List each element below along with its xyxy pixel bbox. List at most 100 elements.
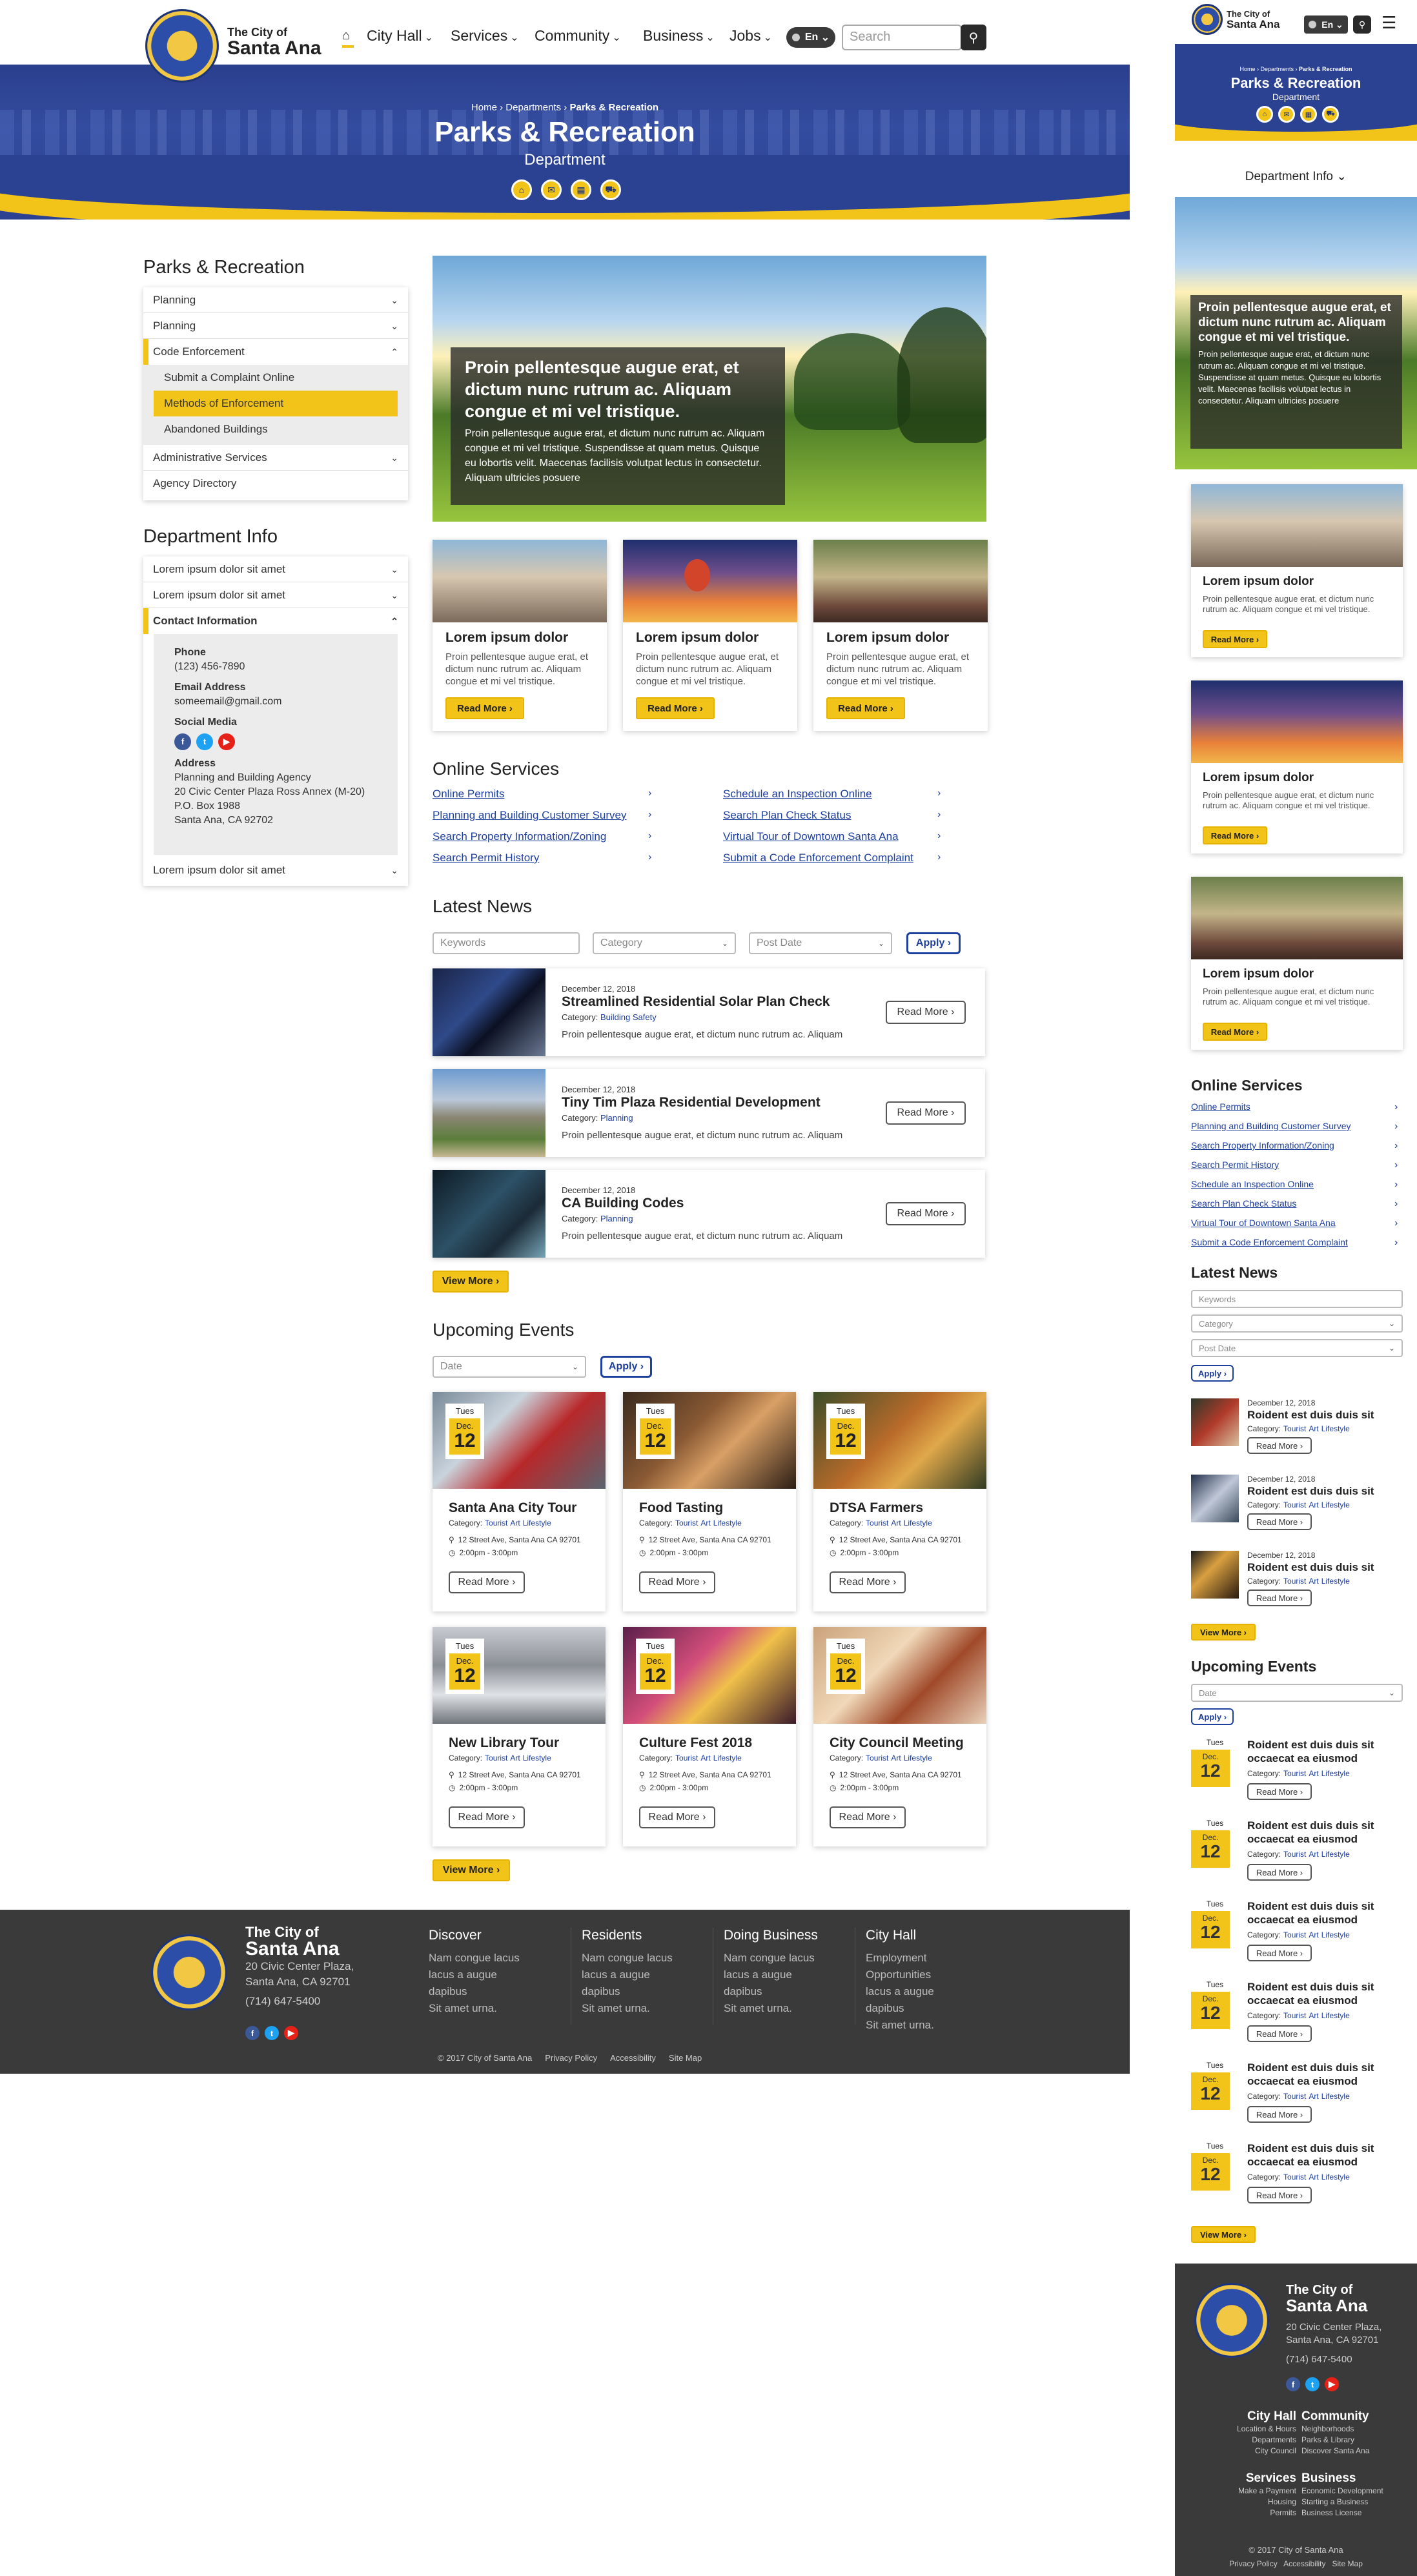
- events-apply-button[interactable]: Apply ›: [600, 1356, 652, 1378]
- category-tag-link[interactable]: Lifestyle: [1321, 1930, 1350, 1939]
- footer-phone[interactable]: (714) 647-5400: [1286, 2354, 1352, 2365]
- footer-column-link[interactable]: Sit amet urna.: [429, 2000, 558, 2017]
- service-link[interactable]: Virtual Tour of Downtown Santa Ana: [723, 830, 899, 843]
- footer-column-link[interactable]: dapibus: [724, 1983, 842, 2000]
- category-tag-link[interactable]: Art: [1309, 1850, 1318, 1859]
- read-more-button[interactable]: Read More ›: [1247, 1437, 1312, 1454]
- footer-column-link[interactable]: Discover Santa Ana: [1301, 2446, 1411, 2457]
- hamburger-menu-icon[interactable]: ☰: [1381, 14, 1401, 31]
- read-more-button[interactable]: Read More ›: [1247, 1513, 1312, 1530]
- post-date-select[interactable]: Post Date ⌄: [749, 932, 892, 954]
- category-select[interactable]: Category ⌄: [593, 932, 736, 954]
- service-link[interactable]: Search Permit History: [1191, 1160, 1279, 1170]
- read-more-button[interactable]: Read More ›: [1247, 2106, 1312, 2123]
- footer-column-link[interactable]: dapibus: [582, 1983, 700, 2000]
- category-tag-link[interactable]: Art: [1309, 2172, 1318, 2182]
- footer-column-link[interactable]: Make a Payment: [1188, 2486, 1296, 2497]
- info-item-contact[interactable]: Contact Information ⌃: [143, 608, 408, 634]
- category-tag-link[interactable]: Lifestyle: [1321, 1850, 1350, 1859]
- search-button[interactable]: ⚲: [1353, 15, 1371, 34]
- privacy-link[interactable]: Privacy Policy: [1229, 2559, 1278, 2568]
- service-link[interactable]: Search Property Information/Zoning: [1191, 1140, 1334, 1150]
- category-tag-link[interactable]: Tourist: [1283, 1769, 1306, 1778]
- service-link[interactable]: Search Permit History: [433, 852, 539, 864]
- info-item[interactable]: Lorem ipsum dolor sit amet ⌄: [143, 857, 408, 883]
- breadcrumb-departments[interactable]: Departments: [505, 102, 561, 113]
- youtube-icon[interactable]: ▶: [218, 733, 235, 750]
- category-tag-link[interactable]: Lifestyle: [1321, 2172, 1350, 2182]
- category-tag-link[interactable]: Tourist: [1283, 2011, 1306, 2020]
- footer-phone[interactable]: (714) 647-5400: [245, 1995, 320, 2008]
- youtube-icon[interactable]: ▶: [284, 2026, 298, 2040]
- news-item[interactable]: December 12, 2018 CA Building Codes Cate…: [433, 1170, 985, 1258]
- category-tag-link[interactable]: Lifestyle: [904, 1753, 932, 1763]
- service-link[interactable]: Planning and Building Customer Survey: [1191, 1121, 1351, 1131]
- category-tag-link[interactable]: Art: [1309, 2011, 1318, 2020]
- event-card[interactable]: Tues Dec. 12 DTSA Farmers Category: Tourist Ar…: [813, 1392, 986, 1611]
- twitter-icon[interactable]: t: [265, 2026, 279, 2040]
- accessibility-link[interactable]: Accessibility: [1283, 2559, 1325, 2568]
- category-tag-link[interactable]: Lifestyle: [1321, 1424, 1350, 1433]
- twitter-icon[interactable]: t: [196, 733, 213, 750]
- news-item[interactable]: December 12, 2018 Streamlined Residentia…: [433, 968, 985, 1056]
- category-tag-link[interactable]: Tourist: [1283, 1424, 1306, 1433]
- read-more-button[interactable]: Read More ›: [830, 1571, 906, 1593]
- privacy-link[interactable]: Privacy Policy: [545, 2053, 597, 2063]
- footer-column-link[interactable]: Starting a Business: [1301, 2497, 1411, 2508]
- footer-column-link[interactable]: lacus a augue: [429, 1967, 558, 1983]
- news-view-more-button[interactable]: View More ›: [433, 1271, 509, 1293]
- footer-column-link[interactable]: Employment Opportunities: [866, 1950, 984, 1983]
- event-date-select[interactable]: Date ⌄: [1191, 1684, 1403, 1702]
- category-tag-link[interactable]: Lifestyle: [1321, 1500, 1350, 1509]
- footer-column-link[interactable]: Parks & Library: [1301, 2435, 1411, 2446]
- read-more-button[interactable]: Read More ›: [1247, 1864, 1312, 1881]
- read-more-button[interactable]: Read More ›: [1203, 826, 1267, 844]
- category-tag-link[interactable]: Art: [1309, 1577, 1318, 1586]
- read-more-button[interactable]: Read More ›: [639, 1571, 715, 1593]
- news-view-more-button[interactable]: View More ›: [1191, 1624, 1256, 1641]
- breadcrumb-home[interactable]: Home: [471, 102, 497, 113]
- info-item[interactable]: Lorem ipsum dolor sit amet ⌄: [143, 557, 408, 582]
- service-link[interactable]: Submit a Code Enforcement Complaint: [1191, 1237, 1348, 1247]
- home-icon[interactable]: ⌂: [342, 28, 355, 45]
- language-selector[interactable]: En ⌄: [786, 27, 835, 48]
- footer-column-link[interactable]: Nam congue lacus: [724, 1950, 842, 1967]
- events-view-more-button[interactable]: View More ›: [433, 1859, 510, 1881]
- category-link[interactable]: Planning: [600, 1113, 633, 1123]
- event-card[interactable]: Tues Dec. 12 Food Tasting Category: Tourist Ar…: [623, 1392, 796, 1611]
- sidebar-item-planning-2[interactable]: Planning ⌄: [143, 313, 408, 339]
- footer-column-link[interactable]: dapibus: [866, 2000, 984, 2017]
- read-more-button[interactable]: Read More ›: [449, 1571, 525, 1593]
- service-link[interactable]: Online Permits: [433, 788, 504, 801]
- event-card[interactable]: Tues Dec. 12 Culture Fest 2018 Category: Tour…: [623, 1627, 796, 1846]
- search-button[interactable]: ⚲: [961, 25, 986, 50]
- mail-icon[interactable]: ✉: [1278, 106, 1295, 123]
- footer-column-link[interactable]: Sit amet urna.: [724, 2000, 842, 2017]
- accessibility-link[interactable]: Accessibility: [610, 2053, 656, 2063]
- footer-column-link[interactable]: City Council: [1188, 2446, 1296, 2457]
- category-tag-link[interactable]: Lifestyle: [713, 1753, 742, 1763]
- category-tag-link[interactable]: Lifestyle: [523, 1753, 551, 1763]
- service-link[interactable]: Schedule an Inspection Online: [723, 788, 872, 801]
- footer-column-link[interactable]: Housing: [1188, 2497, 1296, 2508]
- category-tag-link[interactable]: Tourist: [675, 1518, 698, 1528]
- event-date-select[interactable]: Date ⌄: [433, 1356, 586, 1378]
- facebook-icon[interactable]: f: [245, 2026, 260, 2040]
- category-tag-link[interactable]: Lifestyle: [713, 1518, 742, 1528]
- cart-icon[interactable]: ⛟: [1322, 106, 1339, 123]
- service-link[interactable]: Schedule an Inspection Online: [1191, 1179, 1314, 1189]
- category-tag-link[interactable]: Lifestyle: [1321, 2011, 1350, 2020]
- footer-column-link[interactable]: lacus a augue: [582, 1967, 700, 1983]
- footer-column-link[interactable]: Nam congue lacus: [582, 1950, 700, 1967]
- service-link[interactable]: Search Plan Check Status: [723, 809, 851, 822]
- category-tag-link[interactable]: Tourist: [1283, 2172, 1306, 2182]
- category-tag-link[interactable]: Tourist: [866, 1518, 888, 1528]
- service-link[interactable]: Planning and Building Customer Survey: [433, 809, 627, 822]
- footer-column-link[interactable]: Departments: [1188, 2435, 1296, 2446]
- category-tag-link[interactable]: Art: [891, 1753, 901, 1763]
- category-tag-link[interactable]: Tourist: [675, 1753, 698, 1763]
- city-seal-logo[interactable]: [1192, 4, 1223, 35]
- youtube-icon[interactable]: ▶: [1325, 2377, 1339, 2391]
- category-tag-link[interactable]: Tourist: [1283, 2092, 1306, 2101]
- event-card[interactable]: Tues Dec. 12 Santa Ana City Tour Category: To…: [433, 1392, 606, 1611]
